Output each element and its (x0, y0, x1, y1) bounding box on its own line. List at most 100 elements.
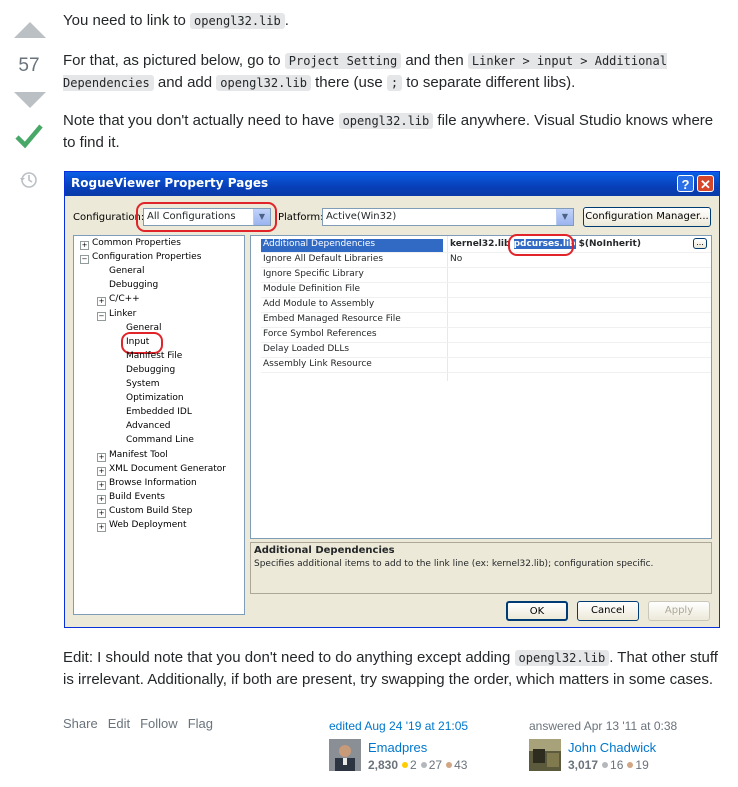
inline-code: ; (386, 75, 403, 91)
property-name: Module Definition File (263, 284, 361, 294)
text: and then (401, 52, 468, 69)
inline-code: opengl32.lib (190, 13, 285, 29)
vote-count: 57 (18, 55, 40, 76)
follow-link[interactable]: Follow (140, 716, 178, 731)
ok-button: OK (506, 601, 568, 621)
bronze-badge-icon (446, 762, 453, 768)
property-value-part: kernel32.lib (450, 239, 514, 249)
edit-link[interactable]: Edit (108, 716, 130, 731)
cancel-button: Cancel (577, 601, 639, 621)
answered-timestamp: answered Apr 13 '11 at 0:38 (529, 719, 677, 733)
configuration-manager-button: Configuration Manager... (583, 207, 711, 227)
bronze-count: 19 (635, 758, 649, 772)
property-row: Force Symbol References (261, 327, 711, 343)
silver-count: 27 (428, 758, 443, 772)
property-value: No (450, 254, 462, 264)
property-row: Delay Loaded DLLs (261, 342, 711, 358)
editor-name[interactable]: Emadpres (368, 740, 427, 755)
property-row: Additional Dependencies kernel32.lib pdcu… (261, 237, 711, 253)
tree-item: Common Properties (92, 238, 181, 248)
property-name: Embed Managed Resource File (263, 314, 401, 324)
description-text: Specifies additional items to add to the… (254, 559, 654, 569)
help-button: ? (677, 175, 694, 192)
highlight-circle (136, 202, 277, 232)
tree-item: XML Document Generator (109, 463, 226, 474)
property-name: Additional Dependencies (261, 239, 443, 252)
tree-item: Optimization (126, 393, 184, 404)
property-row: Embed Managed Resource File (261, 312, 711, 328)
platform-value: Active(Win32) (326, 211, 397, 222)
tree-item: Build Events (109, 491, 165, 502)
paragraph-4: Edit: I should note that you don't need … (63, 647, 723, 691)
text: to separate different libs). (402, 74, 576, 91)
text: Note that you don't actually need to hav… (63, 112, 339, 129)
property-name: Delay Loaded DLLs (263, 344, 350, 354)
tree-item: General (109, 266, 145, 277)
tree-item: Debugging (126, 364, 176, 375)
platform-label: Platform: (278, 212, 324, 223)
property-row: Add Module to Assembly (261, 297, 711, 313)
paragraph-3: Note that you don't actually need to hav… (63, 110, 723, 154)
tree-item: Embedded IDL (126, 407, 192, 418)
tree-expander-icon: + (80, 241, 89, 250)
tree-expander-icon: + (97, 466, 106, 476)
edited-label[interactable]: edited Aug 24 '19 at 21:05 (329, 719, 468, 733)
tree-item: Linker (109, 308, 137, 319)
highlight-circle (508, 234, 574, 256)
gold-count: 2 (410, 758, 417, 772)
inline-code: opengl32.lib (514, 650, 610, 666)
flag-link[interactable]: Flag (188, 716, 213, 731)
downvote-button[interactable] (14, 92, 46, 108)
text: You need to link to (63, 12, 191, 29)
editor-avatar[interactable] (329, 739, 361, 771)
property-name: Force Symbol References (263, 329, 377, 339)
tree-item: Manifest Tool (109, 449, 168, 460)
silver-count: 16 (610, 758, 624, 772)
tree-expander-icon: + (97, 480, 106, 490)
description-title: Additional Dependencies (254, 545, 395, 556)
tree-item: Debugging (109, 280, 159, 291)
editor-reputation: 2,830 2 27 43 (368, 758, 467, 772)
description-panel: Additional Dependencies Specifies additi… (250, 542, 712, 594)
close-button: ✕ (697, 175, 714, 192)
tree-item: Manifest File (126, 350, 183, 361)
tree-expander-icon: + (97, 508, 106, 518)
tree-expander-icon: + (97, 452, 106, 462)
configuration-label: Configuration: (73, 212, 145, 223)
inline-code: opengl32.lib (216, 75, 311, 91)
edited-timestamp[interactable]: edited Aug 24 '19 at 21:05 (329, 719, 468, 733)
tree-expander-icon: − (97, 311, 106, 321)
ellipsis-button: ... (693, 238, 707, 249)
paragraph-1: You need to link to opengl32.lib. (63, 10, 289, 32)
property-grid: Additional Dependencies kernel32.lib pdcu… (250, 235, 712, 539)
property-name: Ignore All Default Libraries (263, 254, 384, 264)
property-name: Add Module to Assembly (263, 299, 375, 309)
author-reputation: 3,017 16 19 (568, 758, 649, 772)
tree-expander-icon: + (97, 523, 106, 532)
property-row: Ignore Specific Library (261, 267, 711, 283)
share-link[interactable]: Share (63, 716, 98, 731)
text: and add (153, 74, 217, 91)
author-avatar[interactable] (529, 739, 561, 771)
tree-item: Web Deployment (109, 520, 187, 530)
bronze-count: 43 (454, 758, 468, 772)
post-menu: Share Edit Follow Flag (63, 716, 223, 731)
upvote-button[interactable] (14, 22, 46, 38)
history-icon[interactable] (19, 170, 39, 190)
property-pages-screenshot: RogueViewer Property Pages ? ✕ Configura… (64, 171, 720, 628)
author-name[interactable]: John Chadwick (568, 740, 656, 755)
property-name: Assembly Link Resource (263, 359, 372, 369)
text: For that, as pictured below, go to (63, 52, 285, 69)
text: . (284, 12, 289, 29)
tree-item: C/C++ (109, 294, 140, 305)
property-name: Ignore Specific Library (263, 269, 364, 279)
property-row: Ignore All Default Libraries No (261, 252, 711, 268)
answered-label: answered Apr 13 '11 at 0:38 (529, 719, 678, 733)
inline-code: opengl32.lib (338, 113, 434, 129)
tree-item: Command Line (126, 435, 194, 446)
apply-button: Apply (648, 601, 710, 621)
tree-expander-icon: + (97, 494, 106, 504)
property-value-part: $(NoInherit) (575, 239, 641, 249)
tree-expander-icon: + (97, 297, 106, 307)
platform-select: Active(Win32) ▼ (322, 208, 574, 226)
